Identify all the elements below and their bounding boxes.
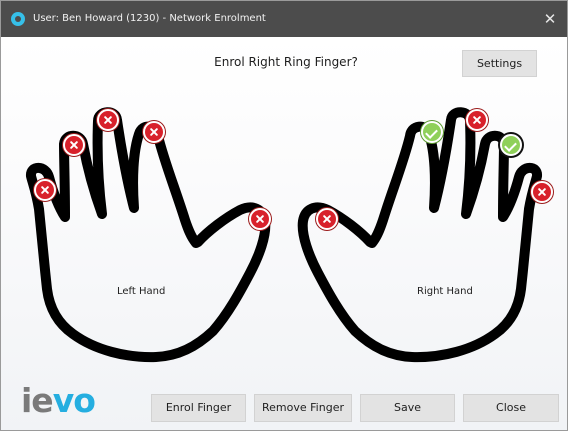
left-ring-not-enrolled-icon[interactable]	[97, 109, 119, 131]
left-thumb-not-enrolled-icon[interactable]	[249, 208, 271, 230]
right-little-not-enrolled-icon[interactable]	[531, 181, 553, 203]
right-thumb-not-enrolled-icon[interactable]	[316, 208, 338, 230]
left-middle-not-enrolled-icon[interactable]	[63, 134, 85, 156]
right-hand-label: Right Hand	[417, 286, 473, 297]
left-little-not-enrolled-icon[interactable]	[143, 121, 165, 143]
title-bar: User: Ben Howard (1230) - Network Enrolm…	[1, 1, 567, 37]
ievo-logo: ievo	[21, 381, 96, 421]
left-hand-label: Left Hand	[117, 286, 166, 297]
left-index-not-enrolled-icon[interactable]	[34, 179, 56, 201]
app-logo-icon	[11, 12, 25, 26]
right-middle-not-enrolled-icon[interactable]	[466, 109, 488, 131]
logo-text-ie: ie	[21, 381, 54, 420]
enrolment-window: User: Ben Howard (1230) - Network Enrolm…	[0, 0, 568, 431]
logo-text-vo: vo	[52, 381, 96, 420]
right-index-enrolled-check-icon[interactable]	[421, 121, 443, 143]
save-button[interactable]: Save	[360, 394, 455, 422]
enrol-finger-button[interactable]: Enrol Finger	[151, 394, 246, 422]
hands-diagram	[26, 107, 542, 363]
right-ring-enrolled-check-icon[interactable]	[500, 134, 522, 156]
close-window-icon[interactable]: ✕	[539, 8, 561, 30]
window-title: User: Ben Howard (1230) - Network Enrolm…	[33, 13, 266, 24]
remove-finger-button[interactable]: Remove Finger	[254, 394, 352, 422]
close-button[interactable]: Close	[463, 394, 559, 422]
